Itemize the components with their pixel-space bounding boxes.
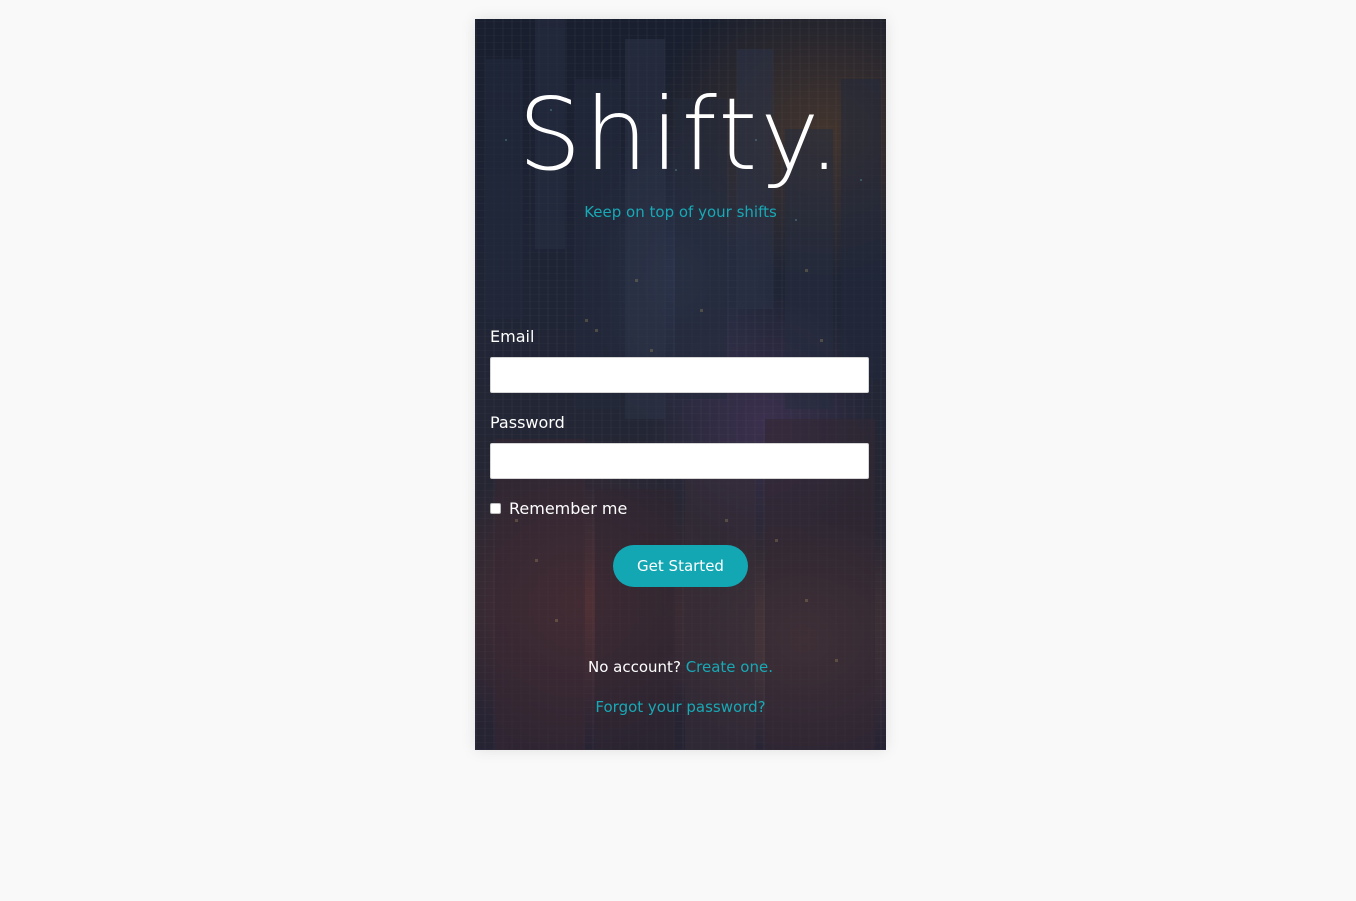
login-card: Shifty. Keep on top of your shifts Email… — [475, 19, 886, 750]
remember-me-row: Remember me — [490, 499, 627, 518]
forgot-password-line: Forgot your password? — [475, 698, 886, 716]
email-label: Email — [490, 327, 535, 346]
get-started-button[interactable]: Get Started — [613, 545, 748, 587]
login-content: Shifty. Keep on top of your shifts Email… — [475, 19, 886, 750]
create-account-line: No account? Create one. — [475, 658, 886, 676]
brand-tagline: Keep on top of your shifts — [584, 203, 777, 221]
email-field[interactable] — [490, 357, 869, 393]
remember-me-checkbox[interactable] — [490, 503, 501, 514]
remember-me-label: Remember me — [509, 499, 628, 518]
no-account-text: No account? — [588, 658, 681, 676]
create-account-link[interactable]: Create one. — [686, 658, 773, 676]
brand-logo: Shifty. — [517, 76, 843, 193]
forgot-password-link[interactable]: Forgot your password? — [595, 698, 765, 716]
password-field[interactable] — [490, 443, 869, 479]
password-label: Password — [490, 413, 565, 432]
